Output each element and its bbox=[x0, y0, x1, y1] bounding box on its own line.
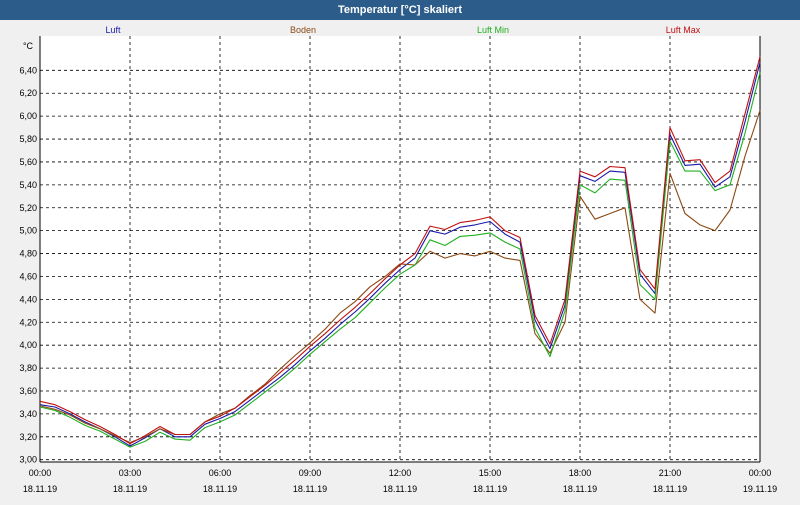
x-tick-date: 18.11.19 bbox=[203, 484, 237, 494]
x-tick-time: 12:00 bbox=[389, 468, 412, 478]
x-tick-date: 18.11.19 bbox=[473, 484, 507, 494]
y-tick-label: 5,20 bbox=[19, 203, 37, 213]
x-tick-date: 18.11.19 bbox=[113, 484, 147, 494]
x-tick-time: 21:00 bbox=[659, 468, 682, 478]
y-tick-label: 6,20 bbox=[19, 88, 37, 98]
x-tick-time: 15:00 bbox=[479, 468, 502, 478]
y-tick-label: 5,60 bbox=[19, 157, 37, 167]
x-tick-time: 06:00 bbox=[209, 468, 232, 478]
legend-entry-1: Boden bbox=[290, 25, 316, 35]
x-tick-time: 00:00 bbox=[749, 468, 772, 478]
window-title: Temperatur [°C] skaliert bbox=[0, 0, 800, 20]
y-tick-label: 3,40 bbox=[19, 409, 37, 419]
legend: Luft Boden Luft Min Luft Max bbox=[105, 25, 700, 35]
y-tick-label: 3,20 bbox=[19, 432, 37, 442]
x-tick-date: 19.11.19 bbox=[743, 484, 777, 494]
x-tick-date: 18.11.19 bbox=[293, 484, 327, 494]
legend-entry-3: Luft Max bbox=[666, 25, 701, 35]
y-tick-label: 3,00 bbox=[19, 455, 37, 465]
x-tick-time: 18:00 bbox=[569, 468, 592, 478]
chart-window: Temperatur [°C] skaliert 3,00 3,20 3,40 3,6… bbox=[0, 0, 800, 500]
grid bbox=[40, 36, 760, 462]
x-tick-date: 18.11.19 bbox=[23, 484, 57, 494]
temperature-chart: 3,00 3,20 3,40 3,60 3,80 4,00 4,20 4,40 4,60 4,80… bbox=[19, 25, 777, 494]
y-tick-label: 5,80 bbox=[19, 134, 37, 144]
legend-entry-2: Luft Min bbox=[477, 25, 509, 35]
y-unit-label: °C bbox=[23, 41, 34, 51]
y-tick-label: 3,80 bbox=[19, 363, 37, 373]
y-tick-label: 6,00 bbox=[19, 111, 37, 121]
x-tick-time: 03:00 bbox=[119, 468, 142, 478]
x-tick-date: 18.11.19 bbox=[653, 484, 687, 494]
y-tick-label: 4,40 bbox=[19, 294, 37, 304]
x-tick-time: 09:00 bbox=[299, 468, 322, 478]
legend-entry-0: Luft bbox=[105, 25, 121, 35]
x-tick-time: 00:00 bbox=[29, 468, 52, 478]
x-tick-date: 18.11.19 bbox=[563, 484, 597, 494]
y-tick-label: 6,40 bbox=[19, 65, 37, 75]
y-tick-label: 4,20 bbox=[19, 317, 37, 327]
y-tick-label: 4,00 bbox=[19, 340, 37, 350]
y-tick-label: 5,00 bbox=[19, 226, 37, 236]
y-tick-label: 5,40 bbox=[19, 180, 37, 190]
x-tick-date: 18.11.19 bbox=[383, 484, 417, 494]
y-tick-label: 3,60 bbox=[19, 386, 37, 396]
y-tick-label: 4,60 bbox=[19, 271, 37, 281]
plot-area: 3,00 3,20 3,40 3,60 3,80 4,00 4,20 4,40 4,60 4,80… bbox=[0, 20, 800, 500]
y-tick-label: 4,80 bbox=[19, 249, 37, 259]
